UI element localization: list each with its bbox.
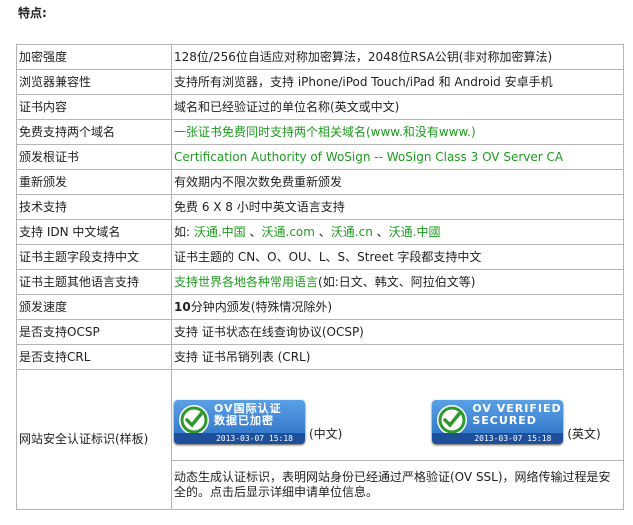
speed-text: 分钟内颁发(特殊情况除外) (190, 299, 333, 314)
row-value: 10分钟内颁发(特殊情况除外) (171, 294, 624, 320)
table-row: 重新颁发 有效期内不限次数免费重新颁发 (16, 169, 624, 195)
badge-line2: 数据已加密 (214, 414, 274, 427)
section-heading: 特点: (18, 6, 47, 20)
languages-link[interactable]: 支持世界各地各种常用语言 (174, 275, 318, 289)
row-label: 重新颁发 (16, 169, 172, 195)
row-label: 浏览器兼容性 (16, 69, 172, 95)
table-row: 是否支持OCSP 支持 证书状态在线查询协议(OCSP) (16, 319, 624, 345)
row-value: 128位/256位自适应对称加密算法，2048位RSA公钥(非对称加密算法) (171, 44, 624, 70)
languages-examples: (如:日文、韩文、阿拉伯文等) (318, 274, 476, 289)
table-row: 网站安全认证标识(样板) OV国际认证 数据已加密 2013-03-07 15:… (16, 369, 624, 510)
table-row: 证书主题字段支持中文 证书主题的 CN、O、OU、L、S、Street 字段都支… (16, 244, 624, 270)
table-row: 颁发根证书 Certification Authority of WoSign … (16, 144, 624, 170)
check-shield-icon (437, 405, 468, 435)
table-row: 颁发速度 10分钟内颁发(特殊情况除外) (16, 294, 624, 320)
row-label: 颁发速度 (16, 294, 172, 320)
row-label: 颁发根证书 (16, 144, 172, 170)
badges-container: OV国际认证 数据已加密 2013-03-07 15:18 (中文) OV VE… (173, 386, 623, 444)
check-shield-icon (179, 405, 209, 435)
badge-date: 2013-03-07 15:18 (174, 433, 305, 444)
features-table: 加密强度 128位/256位自适应对称加密算法，2048位RSA公钥(非对称加密… (16, 44, 624, 510)
idn-separator: 、 (314, 224, 331, 239)
row-value: 证书主题的 CN、O、OU、L、S、Street 字段都支持中文 (171, 244, 624, 270)
table-row: 技术支持 免费 6 X 8 小时中英文语言支持 (16, 194, 624, 220)
row-value: 支持 证书状态在线查询协议(OCSP) (171, 319, 624, 345)
idn-link-2[interactable]: 沃通.com (262, 225, 315, 239)
speed-number: 10 (174, 299, 191, 314)
row-value: 支持世界各地各种常用语言(如:日文、韩文、阿拉伯文等) (171, 269, 624, 295)
row-label: 是否支持CRL (16, 344, 172, 370)
badge-line2: SECURED (472, 414, 537, 427)
table-row: 浏览器兼容性 支持所有浏览器，支持 iPhone/iPod Touch/iPad… (16, 69, 624, 95)
row-label: 证书内容 (16, 94, 172, 120)
row-label: 免费支持两个域名 (16, 119, 172, 145)
seal-description: 动态生成认证标识，表明网站身份已经通过严格验证(OV SSL)，网络传输过程是安… (171, 460, 624, 510)
badges-cell: OV国际认证 数据已加密 2013-03-07 15:18 (中文) OV VE… (171, 369, 624, 461)
badge-date: 2013-03-07 15:18 (432, 433, 564, 444)
row-value-link[interactable]: Certification Authority of WoSign -- WoS… (171, 144, 624, 170)
idn-separator: 、 (245, 224, 262, 239)
table-row: 证书主题其他语言支持 支持世界各地各种常用语言(如:日文、韩文、阿拉伯文等) (16, 269, 624, 295)
row-label: 网站安全认证标识(样板) (16, 369, 172, 510)
row-label: 证书主题字段支持中文 (16, 244, 172, 270)
row-label: 证书主题其他语言支持 (16, 269, 172, 295)
idn-link-3[interactable]: 沃通.cn (331, 225, 373, 239)
row-label: 支持 IDN 中文域名 (16, 219, 172, 245)
seal-badge-chinese[interactable]: OV国际认证 数据已加密 2013-03-07 15:18 (174, 400, 305, 444)
seal-badge-english[interactable]: OV VERIFIED SECURED 2013-03-07 15:18 (432, 400, 564, 444)
badge-caption: (英文) (567, 427, 601, 441)
table-row: 免费支持两个域名 一张证书免费同时支持两个相关域名(www.和没有www.) (16, 119, 624, 145)
row-value: 支持所有浏览器，支持 iPhone/iPod Touch/iPad 和 Andr… (171, 69, 624, 95)
idn-prefix: 如: (174, 224, 194, 239)
row-value: 支持 证书吊销列表 (CRL) (171, 344, 624, 370)
idn-separator: 、 (372, 224, 389, 239)
row-label: 是否支持OCSP (16, 319, 172, 345)
table-row: 是否支持CRL 支持 证书吊销列表 (CRL) (16, 344, 624, 370)
table-row: 加密强度 128位/256位自适应对称加密算法，2048位RSA公钥(非对称加密… (16, 44, 624, 70)
idn-link-1[interactable]: 沃通.中国 (194, 225, 246, 239)
row-value: 免费 6 X 8 小时中英文语言支持 (171, 194, 624, 220)
row-value: 如: 沃通.中国 、沃通.com 、沃通.cn 、沃通.中國 (171, 219, 624, 245)
idn-link-4[interactable]: 沃通.中國 (389, 225, 441, 239)
badge-caption: (中文) (309, 427, 343, 441)
table-row: 支持 IDN 中文域名 如: 沃通.中国 、沃通.com 、沃通.cn 、沃通.… (16, 219, 624, 245)
table-row: 证书内容 域名和已经验证过的单位名称(英文或中文) (16, 94, 624, 120)
row-value: 域名和已经验证过的单位名称(英文或中文) (171, 94, 624, 120)
row-label: 加密强度 (16, 44, 172, 70)
row-value-link[interactable]: 一张证书免费同时支持两个相关域名(www.和没有www.) (171, 119, 624, 145)
row-value: 有效期内不限次数免费重新颁发 (171, 169, 624, 195)
row-label: 技术支持 (16, 194, 172, 220)
